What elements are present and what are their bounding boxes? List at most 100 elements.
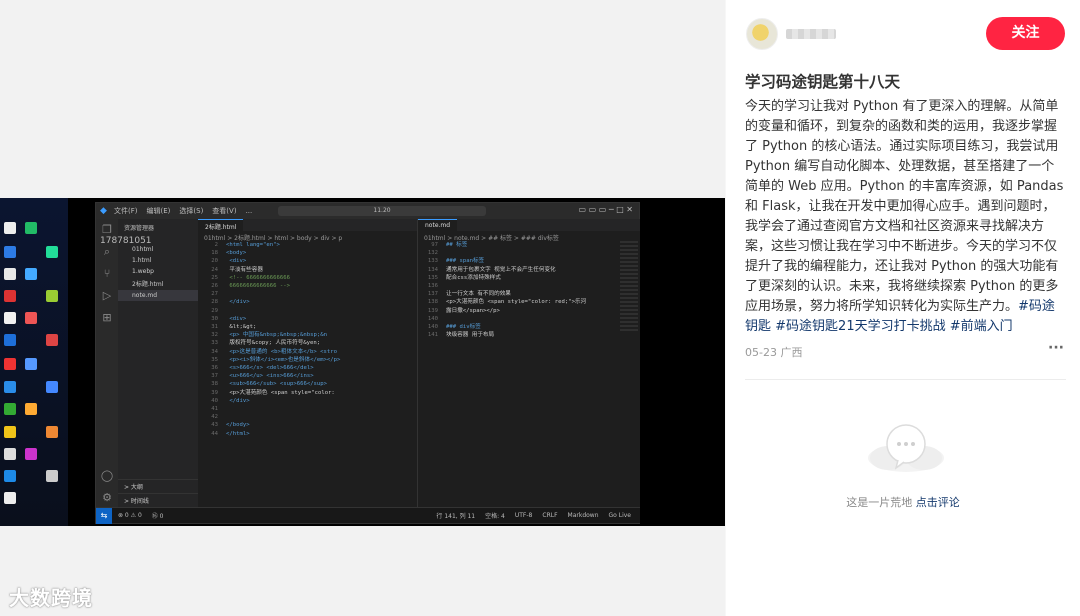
desktop-icons <box>0 198 68 526</box>
code-line: 39 <p>大湛苑颜色 <span style="color: <box>202 389 417 397</box>
line-number: 42 <box>211 414 218 421</box>
breadcrumb: 01html > 2标题.html > html > body > div > … <box>204 235 343 242</box>
breadcrumb: 01html > note.md > ## 标签 > ### div标签 <box>424 235 559 242</box>
app-icon <box>46 381 58 393</box>
app-icon <box>4 470 16 482</box>
app-icon <box>46 246 58 258</box>
line-number: 134 <box>427 266 438 273</box>
code-line: 137 让一行文本 有不同的效果 <box>422 290 640 298</box>
line-number: 25 <box>211 274 218 281</box>
line-number: 31 <box>211 324 218 331</box>
line-number: 28 <box>211 299 218 306</box>
line-number: 26 <box>211 283 218 290</box>
code-line: 29 <box>202 307 417 315</box>
app-icon <box>4 246 16 258</box>
app-icon <box>46 290 58 302</box>
hashtag[interactable]: #码途钥匙21天学习打卡挑战 <box>775 319 945 334</box>
code-line: 134 通常用于包裹文字 视觉上不会产生任何变化 <box>422 266 640 274</box>
problems-count: ⊗ 0 ⚠ 0 <box>118 512 142 519</box>
editor-tab: 2标题.html <box>198 219 244 231</box>
code-text: 块级容器 用于布局 <box>446 332 495 339</box>
author-name-blurred[interactable] <box>786 29 836 39</box>
comment-link[interactable]: 点击评论 <box>916 496 960 509</box>
menu-more: ... <box>245 207 253 215</box>
line-number: 24 <box>211 266 218 273</box>
follow-button[interactable]: 关注 <box>986 17 1065 50</box>
code-line: 20 <div> <box>202 257 417 265</box>
code-line: 141 块级容器 用于布局 <box>422 331 640 339</box>
code-block: 97 ## 标签 132 133 ### span标签 134 通常用于包裹文字 视觉上不会… <box>418 241 640 339</box>
hashtag[interactable]: #前端入门 <box>950 319 1013 334</box>
watermark: 大数跨境 <box>9 588 93 610</box>
line-number: 36 <box>211 365 218 372</box>
code-line: 136 <box>422 282 640 290</box>
status-bar: ⇆ ⊗ 0 ⚠ 0 ⑯ 0 行 141, 列 11 空格: 4 UTF-8 CR… <box>96 507 641 524</box>
app-icon <box>4 312 16 324</box>
line-number: 41 <box>211 406 218 413</box>
app-icon <box>4 222 16 234</box>
go-live: Go Live <box>608 512 631 519</box>
code-text: ### span标签 <box>446 258 485 265</box>
line-number: 18 <box>211 250 218 257</box>
line-number: 138 <box>427 299 438 306</box>
line-number: 141 <box>427 332 438 339</box>
app-icon <box>4 426 16 438</box>
code-text: 配合css添加特殊样式 <box>446 274 501 281</box>
minimap <box>620 241 638 331</box>
line-number: 37 <box>211 373 218 380</box>
code-text: <!-- 6666666666666 <box>226 274 290 281</box>
code-text: <div> <box>226 315 247 322</box>
app-icon <box>4 268 16 280</box>
line-number: 40 <box>211 397 218 404</box>
media-viewer[interactable]: 178781051 ◆ 文件(F) 编辑(E) 选择(S) 查看(V) ... … <box>0 0 725 616</box>
app-icon <box>4 448 16 460</box>
line-number: 38 <box>211 381 218 388</box>
line-number: 32 <box>211 332 218 339</box>
code-line: 24 平淡有些容器 <box>202 266 417 274</box>
line-number: 20 <box>211 258 218 265</box>
remote-icon: ⇆ <box>96 507 112 524</box>
post-panel: 关注 学习码途钥匙第十八天 今天的学习让我对 Python 有了更深入的理解。从… <box>726 0 1080 616</box>
code-text: &lt;&gt; <box>226 324 257 331</box>
code-line: 25 <!-- 6666666666666 <box>202 274 417 282</box>
post-meta: 05-23 广西 <box>745 344 802 360</box>
code-line: 37 <u>666</u> <ins>666</ins> <box>202 372 417 380</box>
app-icon <box>4 492 16 504</box>
line-number: 43 <box>211 422 218 429</box>
post-text: 今天的学习让我对 Python 有了更深入的理解。从简单的变量和循环，到复杂的函… <box>745 99 1064 314</box>
more-options-button[interactable]: ··· <box>1048 340 1064 356</box>
code-line: 36 <s>666</s> <del>666</del> <box>202 364 417 372</box>
settings-gear-icon: ⚙ <box>102 491 112 504</box>
code-text: </html> <box>226 430 250 437</box>
code-text: </div> <box>226 299 250 306</box>
avatar[interactable] <box>746 18 778 50</box>
app-icon <box>4 381 16 393</box>
app-icon <box>4 358 16 370</box>
editor-right: note.md 01html > note.md > ## 标签 > ### d… <box>418 219 640 509</box>
code-line: 32 <p> 中国有&nbsp;&nbsp;&nbsp;&n <box>202 331 417 339</box>
author-info[interactable] <box>746 17 836 51</box>
editor-tab: note.md <box>418 219 458 231</box>
line-number: 140 <box>427 315 438 322</box>
code-line: 43 </body> <box>202 421 417 429</box>
app-icon <box>25 312 37 324</box>
post-image: 178781051 ◆ 文件(F) 编辑(E) 选择(S) 查看(V) ... … <box>0 198 725 526</box>
code-text: ## 标签 <box>446 242 468 248</box>
app-icon <box>46 470 58 482</box>
code-line: 97 ## 标签 <box>422 241 640 249</box>
post-location: 广西 <box>780 346 803 359</box>
line-number: 132 <box>427 250 438 257</box>
note-page: 178781051 ◆ 文件(F) 编辑(E) 选择(S) 查看(V) ... … <box>0 0 1080 616</box>
app-icon <box>4 403 16 415</box>
language-mode: Markdown <box>567 512 599 519</box>
line-number: 133 <box>427 258 438 265</box>
code-line: 2 <html lang="en"> <box>202 241 417 249</box>
app-icon <box>4 290 16 302</box>
line-number: 35 <box>211 356 218 363</box>
code-line: 30 <div> <box>202 315 417 323</box>
code-line: 31 &lt;&gt; <box>202 323 417 331</box>
code-line: 132 <box>422 249 640 257</box>
activity-bar: ❐ ⌕ ⑂ ▷ ⊞ ◯ ⚙ <box>96 219 118 509</box>
line-ending: CRLF <box>542 512 558 519</box>
code-line: 18 <body> <box>202 249 417 257</box>
